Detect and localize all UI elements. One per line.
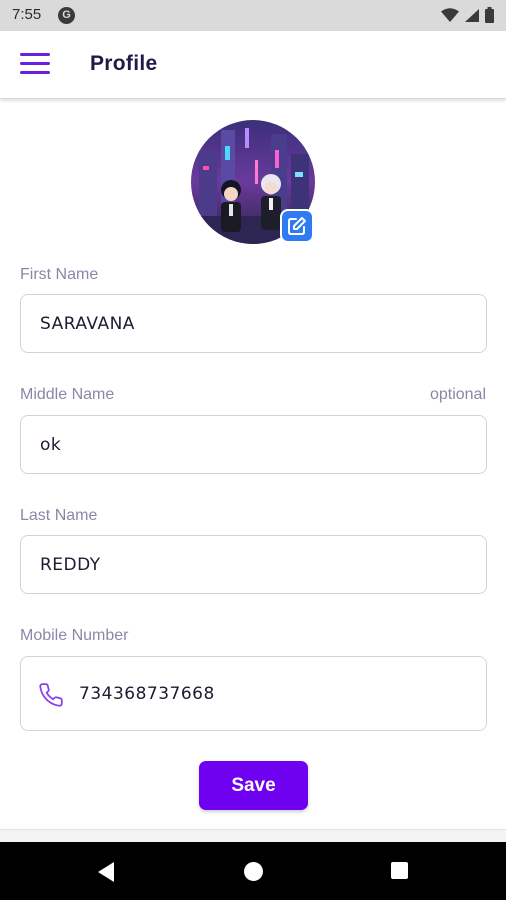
recents-square-icon[interactable]: [390, 861, 409, 880]
first-name-label: First Name: [20, 266, 99, 283]
mobile-number-label: Mobile Number: [20, 627, 129, 644]
battery-icon: [485, 7, 494, 23]
status-time: 7:55: [12, 6, 42, 23]
notification-app-icon: G: [58, 7, 75, 24]
middle-name-optional-hint: optional: [429, 386, 486, 403]
system-navigation-bar: [0, 842, 506, 900]
save-button[interactable]: Save: [199, 761, 308, 810]
mobile-number-input[interactable]: [79, 657, 499, 730]
middle-name-field[interactable]: [20, 415, 487, 474]
middle-name-input[interactable]: [40, 416, 460, 473]
first-name-input[interactable]: [40, 295, 460, 352]
hamburger-menu-icon[interactable]: [20, 53, 50, 77]
edit-avatar-button[interactable]: [280, 209, 314, 243]
mobile-number-field[interactable]: [20, 656, 499, 731]
signal-icon: [465, 8, 479, 22]
last-name-field[interactable]: [20, 535, 487, 594]
bottom-divider: [0, 829, 506, 842]
phone-icon: [39, 683, 63, 707]
back-triangle-icon[interactable]: [96, 861, 116, 883]
last-name-label: Last Name: [20, 507, 98, 524]
middle-name-label: Middle Name: [20, 386, 115, 403]
status-bar: 7:55 G: [0, 0, 506, 31]
edit-square-icon: [288, 217, 306, 235]
profile-avatar[interactable]: [191, 120, 315, 244]
status-indicators: [441, 7, 494, 23]
wifi-icon: [441, 7, 459, 22]
page-title: Profile: [90, 52, 158, 75]
first-name-field[interactable]: [20, 294, 487, 353]
home-circle-icon[interactable]: [243, 861, 264, 882]
last-name-input[interactable]: [40, 536, 460, 593]
app-bar: Profile: [0, 31, 506, 99]
